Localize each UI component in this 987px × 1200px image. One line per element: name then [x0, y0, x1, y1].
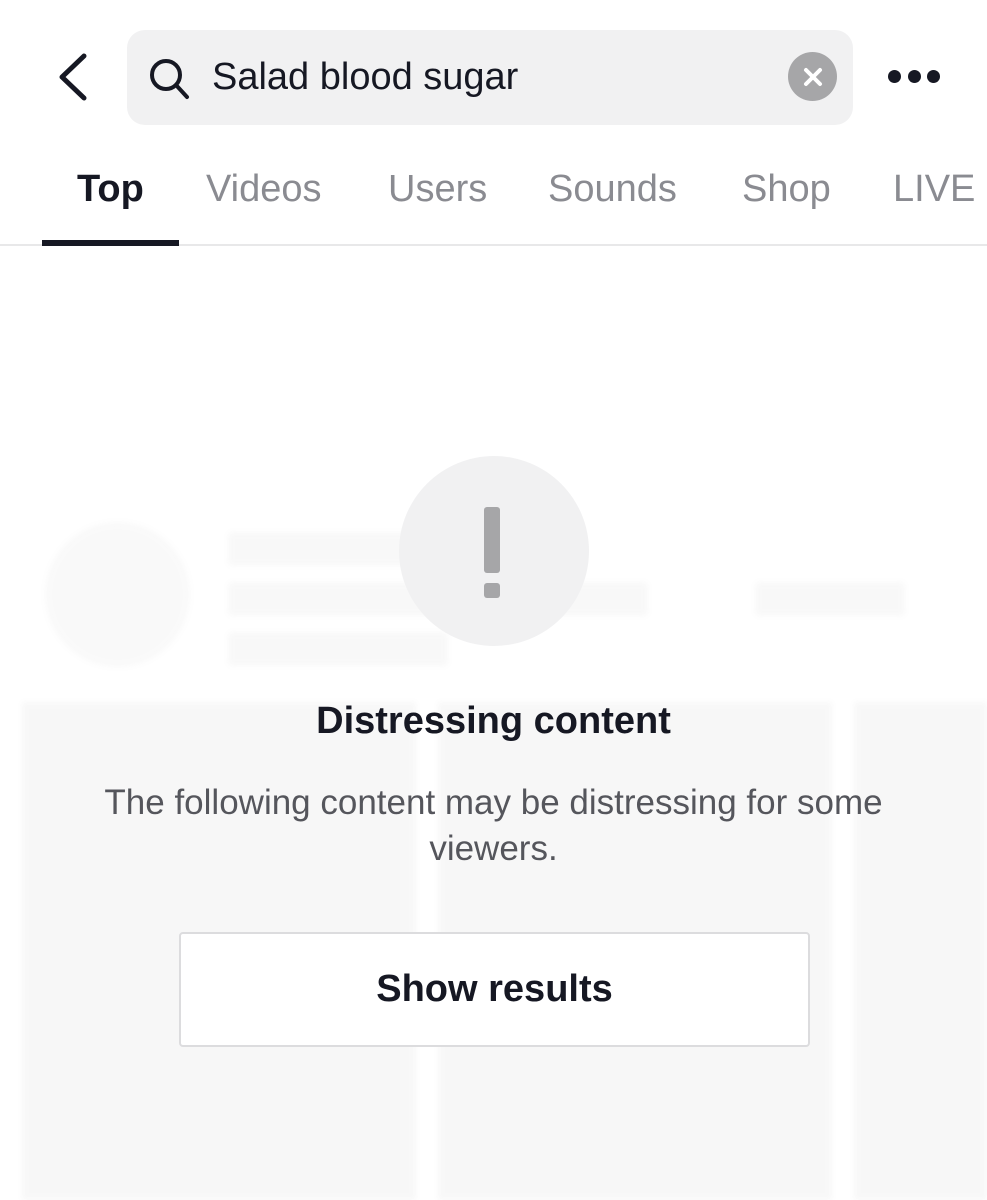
more-options-button[interactable]: [888, 62, 940, 90]
blurred-video-card: [854, 702, 987, 1200]
more-horizontal-icon: [888, 69, 901, 83]
tab-users[interactable]: Users: [388, 168, 487, 211]
warning-icon-circle: [399, 456, 589, 646]
exclamation-icon: [484, 507, 500, 573]
blurred-avatar: [45, 522, 190, 667]
active-tab-indicator: [42, 240, 179, 246]
clear-search-button[interactable]: [788, 52, 837, 101]
exclamation-icon-dot: [484, 583, 500, 598]
header: [0, 0, 987, 150]
tab-videos[interactable]: Videos: [206, 168, 322, 211]
show-results-button[interactable]: Show results: [179, 932, 810, 1047]
tab-sounds[interactable]: Sounds: [548, 168, 677, 211]
search-bar[interactable]: [127, 30, 853, 125]
more-horizontal-icon: [907, 69, 921, 83]
search-icon: [150, 59, 189, 99]
warning-description: The following content may be distressing…: [104, 783, 883, 868]
tab-shop[interactable]: Shop: [742, 168, 831, 211]
chevron-left-icon: [59, 53, 87, 101]
more-horizontal-icon: [927, 69, 940, 83]
back-button[interactable]: [52, 50, 96, 104]
close-icon: [803, 67, 822, 86]
blurred-text: [228, 632, 448, 666]
blurred-text: [755, 582, 905, 616]
tab-top[interactable]: Top: [77, 168, 144, 211]
warning-title: Distressing content: [316, 700, 671, 742]
search-input[interactable]: [212, 30, 772, 125]
tab-live[interactable]: LIVE: [893, 168, 975, 211]
search-tabs: Top Videos Users Sounds Shop LIVE: [0, 150, 987, 246]
